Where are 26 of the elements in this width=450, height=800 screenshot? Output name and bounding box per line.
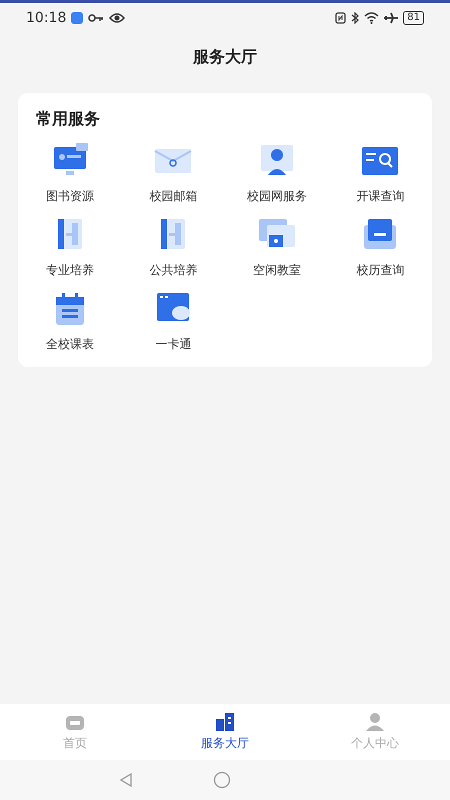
service-item[interactable]: 公共培养 bbox=[122, 215, 225, 279]
service-item[interactable]: 空闲教室 bbox=[225, 215, 328, 279]
service-item[interactable]: 图书资源 bbox=[18, 141, 122, 205]
service-item[interactable]: 一卡通 bbox=[122, 289, 225, 353]
back-icon[interactable] bbox=[119, 772, 133, 788]
service-item[interactable]: 校园邮箱 bbox=[122, 141, 225, 205]
wifi-icon bbox=[364, 12, 380, 24]
home-button-icon[interactable] bbox=[213, 771, 231, 789]
building-icon bbox=[214, 712, 236, 732]
service-item[interactable]: 校历查询 bbox=[328, 215, 432, 279]
eye-icon bbox=[109, 12, 126, 24]
nfc-icon bbox=[335, 12, 346, 24]
tab-bar-item[interactable]: 服务大厅 bbox=[150, 704, 300, 760]
page-title: 服务大厅 bbox=[193, 46, 257, 68]
battery-indicator: 81 bbox=[403, 11, 424, 25]
section-title: 常用服务 bbox=[35, 108, 101, 130]
service-item[interactable]: 全校课表 bbox=[18, 289, 122, 353]
app-notification-icon bbox=[71, 12, 84, 24]
key-icon bbox=[88, 13, 104, 23]
person-icon bbox=[364, 712, 386, 732]
status-time: 10:18 bbox=[26, 8, 66, 28]
service-item[interactable]: 专业培养 bbox=[18, 215, 122, 279]
service-item[interactable]: 校园网服务 bbox=[225, 141, 328, 205]
bluetooth-icon bbox=[351, 12, 360, 24]
airplane-icon bbox=[384, 12, 398, 24]
service-item[interactable]: 开课查询 bbox=[328, 141, 432, 205]
